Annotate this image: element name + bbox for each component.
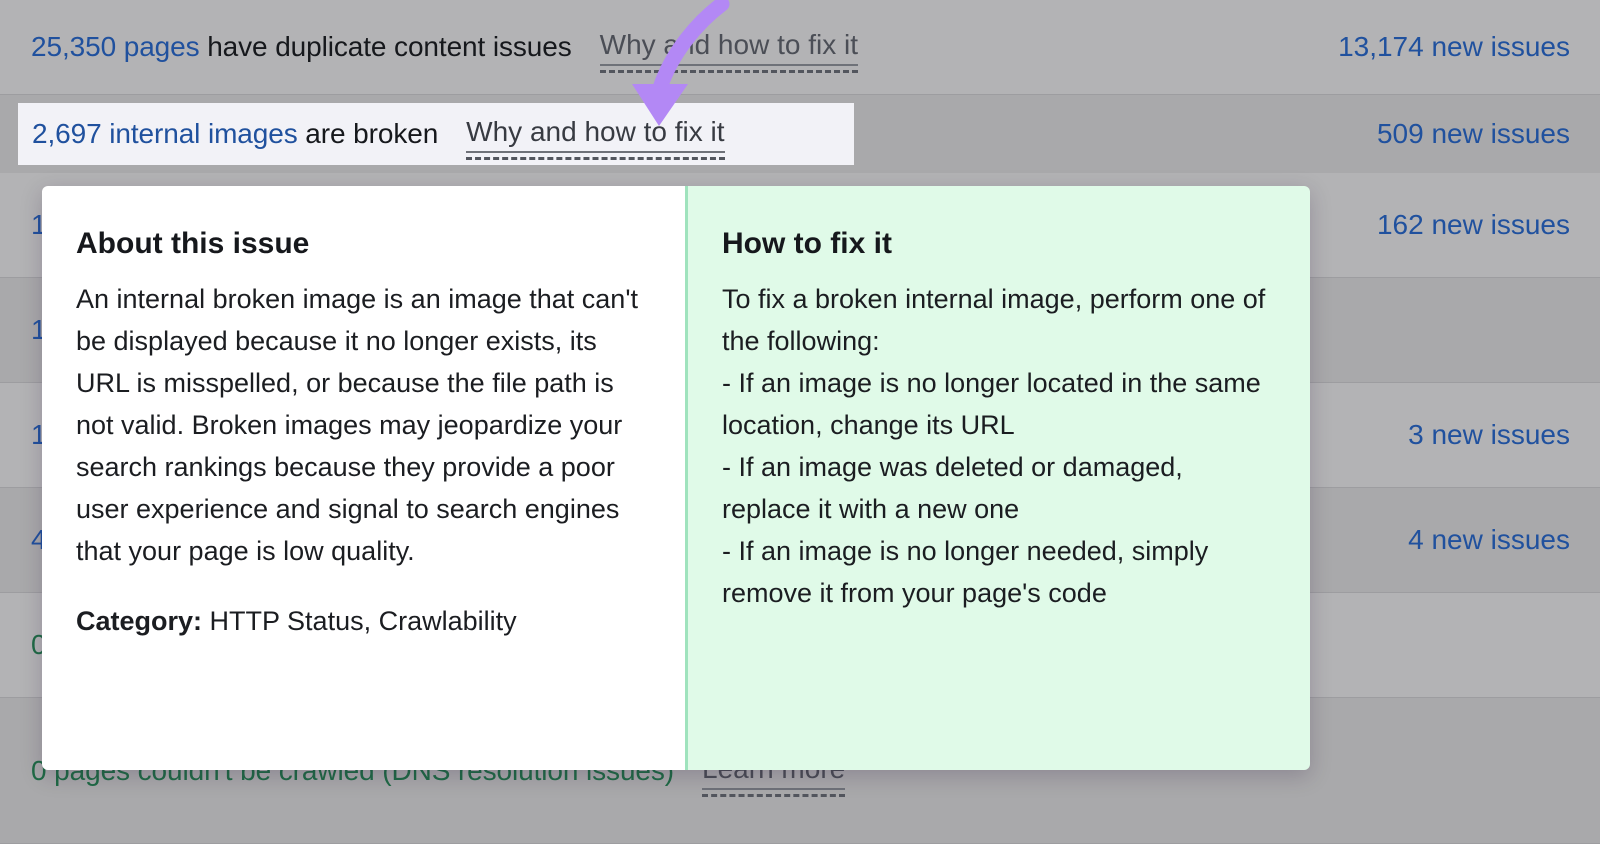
fix-body: To fix a broken internal image, perform … [722, 284, 1266, 608]
issue-row[interactable]: 2,697 internal images are broken Why and … [0, 95, 1600, 173]
fix-title: How to fix it [722, 227, 892, 260]
issue-row-count[interactable]: 2,697 internal images [32, 118, 298, 149]
about-category: Category: HTTP Status, Crawlability [76, 600, 651, 642]
issue-row-new-issues[interactable]: 509 new issues [1377, 117, 1570, 151]
issue-row-new-issues[interactable]: 4 new issues [1408, 523, 1570, 557]
about-body: An internal broken image is an image tha… [76, 284, 638, 566]
issue-row-text: 2,697 internal images are broken [32, 117, 438, 151]
about-title: About this issue [76, 227, 310, 260]
issue-row[interactable]: 25,350 pages have duplicate content issu… [0, 0, 1600, 95]
issue-row-new-issues[interactable]: 3 new issues [1408, 418, 1570, 452]
popup-pane-fix: How to fix it To fix a broken internal i… [688, 186, 1310, 770]
issue-row-content: 25,350 pages have duplicate content issu… [31, 28, 1338, 73]
issue-row-text: 25,350 pages have duplicate content issu… [31, 30, 572, 64]
issue-row-count[interactable]: 25,350 pages [31, 31, 200, 62]
issue-row-help-link[interactable]: Why and how to fix it [466, 115, 725, 160]
issue-row-highlight[interactable]: 2,697 internal images are broken Why and … [18, 103, 854, 165]
about-category-value: HTTP Status, Crawlability [202, 606, 517, 636]
issue-detail-popup: About this issue An internal broken imag… [42, 186, 1310, 770]
issue-row-new-issues[interactable]: 162 new issues [1377, 208, 1570, 242]
about-category-label: Category: [76, 606, 203, 636]
popup-pane-about: About this issue An internal broken imag… [42, 186, 688, 770]
issue-row-description: are broken [297, 118, 439, 149]
issue-row-new-issues[interactable]: 13,174 new issues [1338, 30, 1570, 64]
issue-row-description: have duplicate content issues [199, 31, 572, 62]
issue-row-help-link[interactable]: Why and how to fix it [599, 28, 859, 73]
